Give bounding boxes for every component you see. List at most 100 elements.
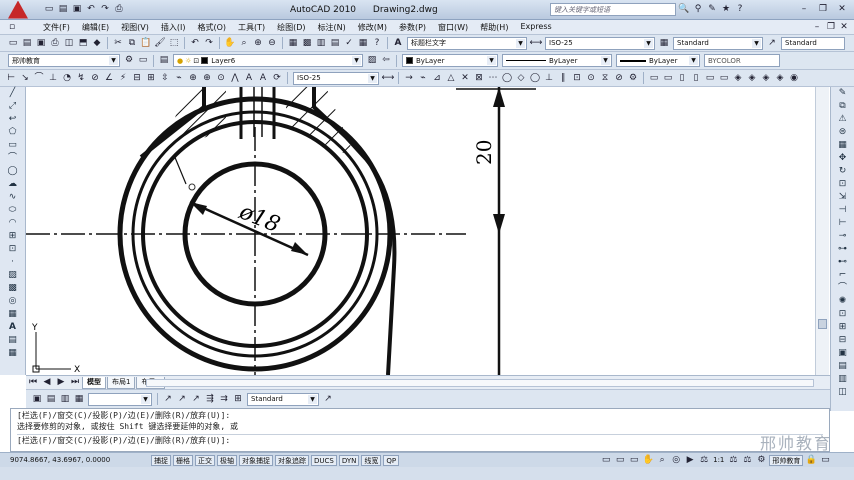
clean-screen-icon[interactable]: ▭ [819,454,831,466]
view-left-icon[interactable]: ▯ [676,72,688,84]
rotate-icon[interactable]: ↻ [836,165,850,178]
undo-icon[interactable]: ↶ [85,4,97,16]
minimize-icon[interactable]: – [798,4,810,16]
dim-style-select[interactable]: ISO-25 ▼ [545,36,655,50]
menu-item[interactable]: 绘图(D) [271,22,311,33]
command-prompt[interactable]: [栏选(F)/窗交(C)/投影(P)/边(E)/删除(R)/放弃(U)]: [17,435,823,446]
insert-block-icon[interactable]: ⊞ [6,230,20,243]
snap-tangent-icon[interactable]: ◯ [529,72,541,84]
tab-model[interactable]: 模型 [82,376,106,389]
snap-extension-icon[interactable]: ⋯ [487,72,499,84]
layer-select[interactable]: ● ☼ ⊡ Layer6 ▼ [173,54,363,67]
quick-view-drawings-icon[interactable]: ▭ [628,454,640,466]
menu-item[interactable]: 修改(M) [352,22,393,33]
menu-item[interactable]: 窗口(W) [432,22,474,33]
polygon-icon[interactable]: ⬠ [6,126,20,139]
dim-update-icon[interactable]: ⟳ [271,72,283,84]
dim-text-edit-icon[interactable]: A [257,72,269,84]
snap-parallel-icon[interactable]: ∥ [557,72,569,84]
match-properties-icon[interactable]: 🖌 [154,37,166,49]
snap-endpoint-icon[interactable]: ⊿ [431,72,443,84]
status-toggle[interactable]: 极轴 [217,454,237,466]
annotation-scale-icon[interactable]: ⚖ [698,454,710,466]
annotation-visibility-icon[interactable]: ⚖ [727,454,739,466]
revision-cloud-icon[interactable]: ☁ [6,178,20,191]
snap-midpoint-icon[interactable]: △ [445,72,457,84]
menu-item[interactable]: 文件(F) [37,22,76,33]
linetype-select[interactable]: ByLayer ▼ [502,54,612,67]
workspace-settings-icon[interactable]: ⚙ [123,55,135,67]
open-icon[interactable]: ▤ [57,4,69,16]
radius-dim-icon[interactable]: ◔ [61,72,73,84]
cut-icon[interactable]: ✂ [112,37,124,49]
block-editor-icon[interactable]: ⬚ [168,37,180,49]
jogged-dim-icon[interactable]: ↯ [75,72,87,84]
sheet-set-icon[interactable]: ▤ [329,37,341,49]
view-top-icon[interactable]: ▭ [648,72,660,84]
snap-perpendicular-icon[interactable]: ⊥ [543,72,555,84]
status-toggle[interactable]: 线宽 [361,454,382,466]
camera-icon[interactable]: ◉ [788,72,800,84]
status-toggle[interactable]: 对象追踪 [275,454,309,466]
copy-icon[interactable]: ⧉ [126,37,138,49]
leader-collect-icon[interactable]: ⇉ [218,393,230,405]
menu-item[interactable]: 插入(I) [155,22,192,33]
snap-from-icon[interactable]: ⌁ [417,72,429,84]
snap-insert-icon[interactable]: ⊡ [571,72,583,84]
snap-none-icon[interactable]: ⊘ [613,72,625,84]
workspace-switch-icon[interactable]: ▭ [137,55,149,67]
auto-scale-icon[interactable]: ⚖ [741,454,753,466]
document-icon[interactable]: ▫ [6,21,18,33]
modify-extra-icon-6[interactable]: ▥ [836,373,850,386]
status-toggle[interactable]: 栅格 [173,454,193,466]
leader-remove-icon[interactable]: ↗ [190,393,202,405]
color-select[interactable]: ByLayer ▼ [402,54,498,67]
status-pan-icon[interactable]: ✋ [642,454,654,466]
jogged-linear-icon[interactable]: ⋀ [229,72,241,84]
leader-add-icon[interactable]: ↗ [176,393,188,405]
workspace-status[interactable]: 邢帅教育 [769,454,804,466]
modify-extra-icon-7[interactable]: ◫ [836,386,850,399]
scale-icon[interactable]: ⊡ [836,178,850,191]
array-icon[interactable]: ▦ [836,139,850,152]
make-block-icon[interactable]: ⊡ [6,243,20,256]
modify-extra-icon[interactable]: ⊡ [836,308,850,321]
extend-icon[interactable]: ⊢ [836,217,850,230]
extra-draw-icon[interactable]: ▤ [6,334,20,347]
save-icon[interactable]: ▣ [71,4,83,16]
steering-wheel-icon[interactable]: ◎ [670,454,682,466]
leader-style-icon[interactable]: ⊞ [232,393,244,405]
multileader-style-icon[interactable]: ↗ [766,37,778,49]
modify-extra-icon-5[interactable]: ▤ [836,360,850,373]
3d-dwf-icon[interactable]: ◆ [91,37,103,49]
quick-view-layouts-icon[interactable]: ▭ [614,454,626,466]
chamfer-icon[interactable]: ⌐ [836,269,850,282]
offset-icon[interactable]: ⊜ [836,126,850,139]
open-file-icon[interactable]: ▤ [21,37,33,49]
temp-track-icon[interactable]: → [403,72,415,84]
qnew-icon[interactable]: ▭ [7,37,19,49]
status-toggle[interactable]: DYN [338,454,360,466]
undo-toolbar-icon[interactable]: ↶ [189,37,201,49]
pan-icon[interactable]: ✋ [224,37,236,49]
erase-icon[interactable]: ✎ [836,87,850,100]
continue-dim-icon[interactable]: ⊞ [145,72,157,84]
snap-intersection-icon[interactable]: ✕ [459,72,471,84]
ellipse-arc-icon[interactable]: ◠ [6,217,20,230]
text-style-icon[interactable]: A [392,37,404,49]
help-toolbar-icon[interactable]: ? [371,37,383,49]
lock-status-icon[interactable]: 🔒 [805,454,817,466]
snap-node-icon[interactable]: ⊙ [585,72,597,84]
move-icon[interactable]: ✥ [836,152,850,165]
diameter-dim-icon[interactable]: ⊘ [89,72,101,84]
table-style-icon[interactable]: ▦ [658,37,670,49]
restore-icon[interactable]: ❐ [817,4,829,16]
inspect-icon[interactable]: ⊙ [215,72,227,84]
search-icon[interactable]: 🔍 [678,4,690,16]
status-toggle[interactable]: 对象捕捉 [239,454,273,466]
ellipse-icon[interactable]: ⬭ [6,204,20,217]
help-search-input[interactable]: 键入关键字或短语 [550,3,676,16]
next-tab-icon[interactable]: ▶ [55,377,67,389]
annotation-scale[interactable]: 1:1 [713,456,724,464]
construction-line-icon[interactable]: ⤢ [6,100,20,113]
